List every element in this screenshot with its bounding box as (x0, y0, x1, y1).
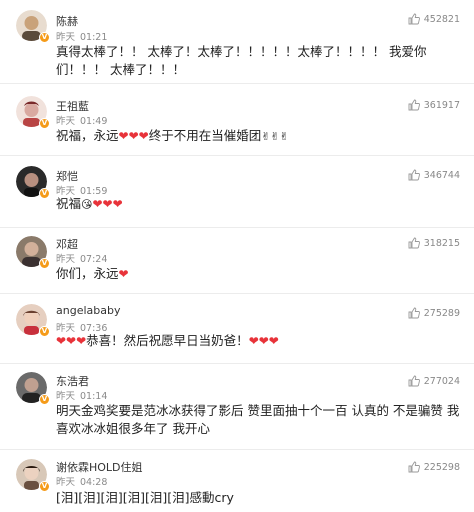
comment-item: V 谢依霖HOLD住姐 昨天 04:28 225298 [泪][泪][泪][泪][… (0, 450, 474, 512)
comment-author[interactable]: 谢依霖HOLD住姐 (56, 459, 143, 475)
avatar[interactable]: V (16, 236, 50, 269)
thumbs-up-icon (408, 307, 420, 319)
comment-author[interactable]: 东浩君 (56, 373, 89, 389)
comment-author[interactable]: 王祖藍 (56, 98, 89, 114)
comment-date: 昨天 (56, 116, 76, 127)
comment-text: [泪][泪][泪][泪][泪][泪]感動cry (56, 490, 234, 505)
thumbs-up-icon (408, 237, 420, 249)
avatar[interactable]: V (16, 10, 50, 43)
comment-item: V 陈赫 昨天 01:21 452821 真得太棒了！！ 太棒了！太棒了！！！！！… (0, 0, 474, 84)
like-button[interactable]: 225298 (408, 461, 460, 473)
like-count: 225298 (423, 461, 460, 473)
kiss-emoji-icon: 😘 (81, 198, 93, 211)
comment-text: 你们，永远❤ (56, 265, 461, 283)
comment-text-part: 恭喜！然后祝愿早日当奶爸！ (86, 333, 249, 348)
avatar[interactable]: V (16, 304, 50, 337)
heart-emoji-icon: ❤❤❤ (92, 197, 123, 211)
comment-timestamp: 昨天 01:49 (56, 113, 107, 127)
victory-hand-emoji-icon: ✌✌✌ (261, 130, 289, 143)
verified-icon: V (39, 258, 50, 269)
comment-time: 07:24 (80, 254, 108, 265)
comment-item: V 东浩君 昨天 01:14 277024 明天金鸡奖要是范冰冰获得了影后 赞里面… (0, 364, 474, 450)
comment-text: ❤❤❤恭喜！然后祝愿早日当奶爸！❤❤❤ (56, 332, 461, 350)
like-button[interactable]: 275289 (408, 307, 460, 319)
comment-text: 祝福😘❤❤❤ (56, 195, 461, 214)
like-count: 361917 (423, 99, 460, 111)
comment-date: 昨天 (56, 391, 76, 402)
comment-text-part: 祝福，永远 (56, 128, 119, 143)
avatar[interactable]: V (16, 459, 50, 492)
comment-item: V angelababy 昨天 07:36 275289 ❤❤❤恭喜！然后祝愿早日… (0, 294, 474, 364)
verified-icon: V (39, 32, 50, 43)
comment-date: 昨天 (56, 32, 76, 43)
comment-text: 祝福，永远❤❤❤终于不用在当催婚团✌✌✌ (56, 127, 461, 146)
comment-author[interactable]: 邓超 (56, 236, 78, 252)
comment-timestamp: 昨天 07:24 (56, 251, 107, 265)
verified-icon: V (39, 394, 50, 405)
thumbs-up-icon (408, 99, 420, 111)
avatar[interactable]: V (16, 372, 50, 405)
comment-time: 01:49 (80, 116, 108, 127)
heart-emoji-icon: ❤ (118, 267, 129, 281)
like-count: 452821 (423, 13, 460, 25)
comment-timestamp: 昨天 01:21 (56, 29, 107, 43)
comment-timestamp: 昨天 04:28 (56, 474, 107, 488)
comment-date: 昨天 (56, 254, 76, 265)
comment-text-part: 你们，永远 (56, 266, 119, 281)
like-count: 318215 (423, 237, 460, 249)
comment-item: V 邓超 昨天 07:24 318215 你们，永远❤ (0, 228, 474, 294)
heart-emoji-icon: ❤❤❤ (118, 129, 149, 143)
heart-emoji-icon: ❤❤❤ (56, 334, 87, 348)
comment-time: 01:21 (80, 32, 108, 43)
like-button[interactable]: 318215 (408, 237, 460, 249)
comment-item: V 王祖藍 昨天 01:49 361917 祝福，永远❤❤❤终于不用在当催婚团✌✌… (0, 84, 474, 156)
verified-icon: V (39, 188, 50, 199)
comment-text-part: 祝福 (56, 196, 82, 211)
comment-author[interactable]: 陈赫 (56, 13, 78, 29)
comment-text-part: 终于不用在当催婚团 (148, 128, 262, 143)
comment-time: 04:28 (80, 477, 108, 488)
avatar[interactable]: V (16, 166, 50, 199)
comment-item: V 郑恺 昨天 01:59 346744 祝福😘❤❤❤ (0, 156, 474, 228)
verified-icon: V (39, 326, 50, 337)
avatar[interactable]: V (16, 96, 50, 129)
comment-text: 明天金鸡奖要是范冰冰获得了影后 赞里面抽十个一百 认真的 不是骗赞 我喜欢冰冰姐… (56, 403, 460, 436)
like-button[interactable]: 277024 (408, 375, 460, 387)
like-count: 277024 (423, 375, 460, 387)
comment-author[interactable]: angelababy (56, 304, 120, 317)
like-button[interactable]: 346744 (408, 169, 460, 181)
like-count: 346744 (423, 169, 460, 181)
comment-date: 昨天 (56, 477, 76, 488)
thumbs-up-icon (408, 13, 420, 25)
like-button[interactable]: 361917 (408, 99, 460, 111)
verified-icon: V (39, 118, 50, 129)
comment-time: 01:14 (80, 391, 108, 402)
comment-timestamp: 昨天 01:14 (56, 388, 107, 402)
verified-icon: V (39, 481, 50, 492)
like-button[interactable]: 452821 (408, 13, 460, 25)
thumbs-up-icon (408, 375, 420, 387)
like-count: 275289 (423, 307, 460, 319)
thumbs-up-icon (408, 169, 420, 181)
thumbs-up-icon (408, 461, 420, 473)
comment-list: V 陈赫 昨天 01:21 452821 真得太棒了！！ 太棒了！太棒了！！！！！… (0, 0, 474, 512)
heart-emoji-icon: ❤❤❤ (248, 334, 279, 348)
comment-text: 真得太棒了！！ 太棒了！太棒了！！！！！太棒了！！！！ 我爱你们！！！ 太棒了！… (56, 44, 427, 77)
comment-author[interactable]: 郑恺 (56, 168, 78, 184)
